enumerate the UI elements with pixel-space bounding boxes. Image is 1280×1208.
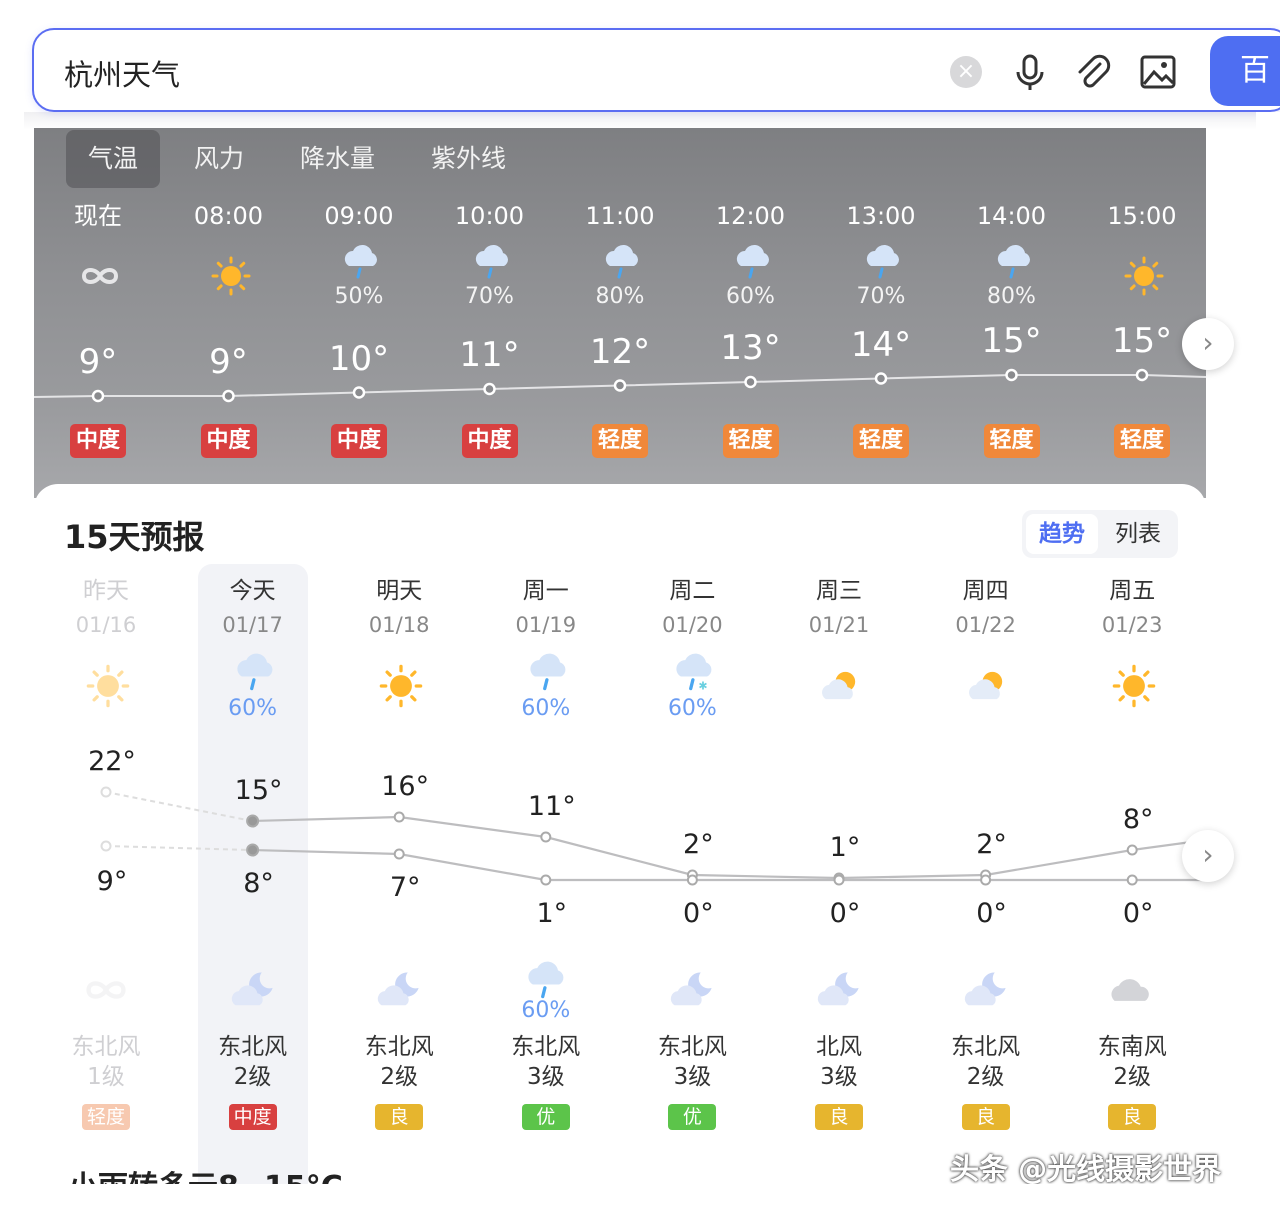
low-temp-point: [833, 874, 845, 886]
forecast-card: 15天预报 趋势 列表 昨天 01/16 22° 9° 东北风 1级 轻度 今天 01/17 60…: [34, 484, 1206, 1184]
image-icon[interactable]: [1136, 50, 1180, 94]
hourly-temp-point: [483, 382, 496, 396]
hourly-temp-curve: [34, 368, 1206, 403]
hourly-forecast: 气温 风力 降水量 紫外线 现在 9° 中度 08:00 9° 中度 09:00 50% 10° 中度 1…: [34, 128, 1206, 498]
search-input[interactable]: 杭州天气: [64, 52, 180, 94]
hourly-temp-point: [222, 389, 235, 403]
low-temp-point: [246, 843, 260, 857]
search-bar[interactable]: 杭州天气 × 百: [32, 28, 1280, 112]
hourly-temp-point: [1135, 368, 1149, 382]
hourly-temp-point: [91, 389, 105, 403]
hourly-temp-point: [744, 375, 757, 389]
daily-temp-curve: [100, 786, 1206, 886]
yesterday-connector: [105, 845, 253, 851]
low-temp-point: [1126, 874, 1138, 886]
hourly-next-button[interactable]: ›: [1182, 318, 1234, 370]
watermark: 头条 @光线摄影世界: [950, 1152, 1222, 1186]
low-temp-point: [100, 840, 112, 852]
high-temp-point: [100, 786, 112, 798]
attachment-icon[interactable]: [1070, 50, 1114, 94]
high-temp-point: [540, 831, 552, 843]
yesterday-connector: [105, 791, 253, 822]
high-temp-point: [1126, 844, 1138, 856]
clear-icon[interactable]: ×: [950, 56, 982, 88]
low-temp-point: [980, 874, 992, 886]
high-temp-line: [252, 815, 1206, 880]
hourly-temp-point: [1005, 368, 1018, 382]
microphone-icon[interactable]: [1008, 50, 1052, 94]
low-temp-point: [540, 874, 552, 886]
search-submit-button[interactable]: 百: [1210, 36, 1280, 106]
hourly-temp-point: [874, 372, 888, 385]
low-temp-point: [686, 874, 698, 886]
forecast-next-button[interactable]: ›: [1182, 830, 1234, 882]
low-temp-point: [393, 848, 405, 860]
high-temp-point: [393, 811, 405, 823]
hourly-temp-point: [613, 379, 627, 392]
high-temp-point: [246, 814, 260, 828]
weather-summary: 小雨转多云8~15°C: [68, 1162, 343, 1184]
hourly-temp-point: [352, 386, 366, 399]
